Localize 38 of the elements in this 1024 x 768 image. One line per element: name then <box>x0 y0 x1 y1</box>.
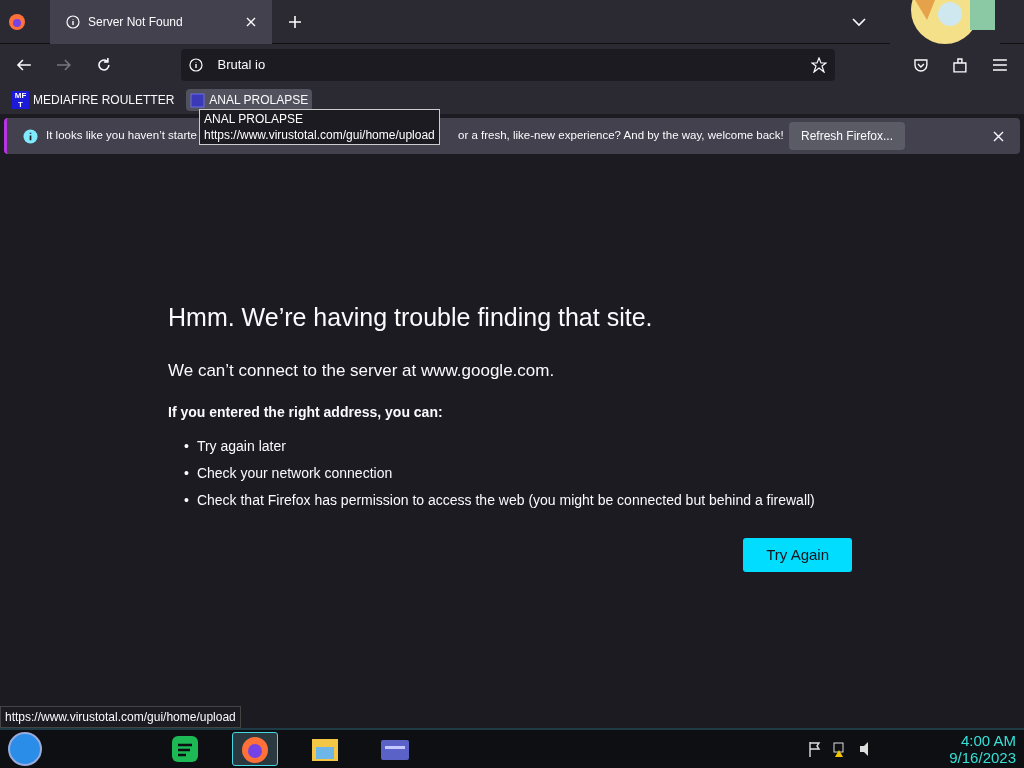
link-status: https://www.virustotal.com/gui/home/upload <box>0 706 241 728</box>
new-tab-icon[interactable] <box>288 14 302 29</box>
info-icon <box>23 128 38 144</box>
refresh-button[interactable]: Refresh Firefox... <box>788 122 905 150</box>
info-icon <box>66 14 80 29</box>
try-again-button[interactable]: Try Again <box>743 537 852 572</box>
tab-list-icon[interactable] <box>852 16 866 27</box>
back-icon[interactable] <box>16 57 32 73</box>
address-bar[interactable]: Brutal io <box>181 49 835 81</box>
bullet: • <box>184 490 189 510</box>
suggestion-item: Check that Firefox has permission to access the web (you might be connected but behind a firewall) <box>196 490 815 510</box>
tooltip-url: https://www.virustotal.com/gui/home/upload <box>204 127 435 143</box>
clock[interactable]: 4:00 AM 9/16/2023 <box>949 732 1016 766</box>
taskbar-app[interactable] <box>232 732 278 766</box>
info-icon <box>189 58 204 72</box>
close-icon[interactable] <box>246 16 256 27</box>
browser-logo-icon <box>8 12 26 31</box>
bookmark-icon <box>190 92 206 108</box>
bookmark-icon: MF T <box>12 91 29 109</box>
menu-icon[interactable] <box>992 58 1008 72</box>
start-icon[interactable] <box>8 732 42 766</box>
browser-tab[interactable]: Server Not Found <box>50 0 272 44</box>
reload-icon[interactable] <box>95 57 112 73</box>
suggestion-item: Try again later <box>196 436 286 456</box>
star-icon[interactable] <box>810 57 827 73</box>
bookmark[interactable]: ANAL PROLAPSE <box>186 89 313 111</box>
error-hint: If you entered the right address, you can: <box>168 402 444 422</box>
bullet: • <box>184 463 189 483</box>
tooltip-title: ANAL PROLAPSE <box>204 111 304 127</box>
error-message: We can’t connect to the server at www.google.com. <box>168 360 556 382</box>
notification-text: It looks like you haven’t starte <box>46 128 197 144</box>
close-icon[interactable] <box>993 130 1004 142</box>
pocket-icon[interactable] <box>912 57 929 73</box>
suggestion-item: Check your network connection <box>196 463 393 483</box>
error-title: Hmm. We’re having trouble finding that site. <box>168 302 654 332</box>
forward-icon[interactable] <box>55 57 72 73</box>
notification-text: or a fresh, like-new experience? And by the way, welcome back! <box>458 128 784 144</box>
bullet: • <box>184 436 189 456</box>
